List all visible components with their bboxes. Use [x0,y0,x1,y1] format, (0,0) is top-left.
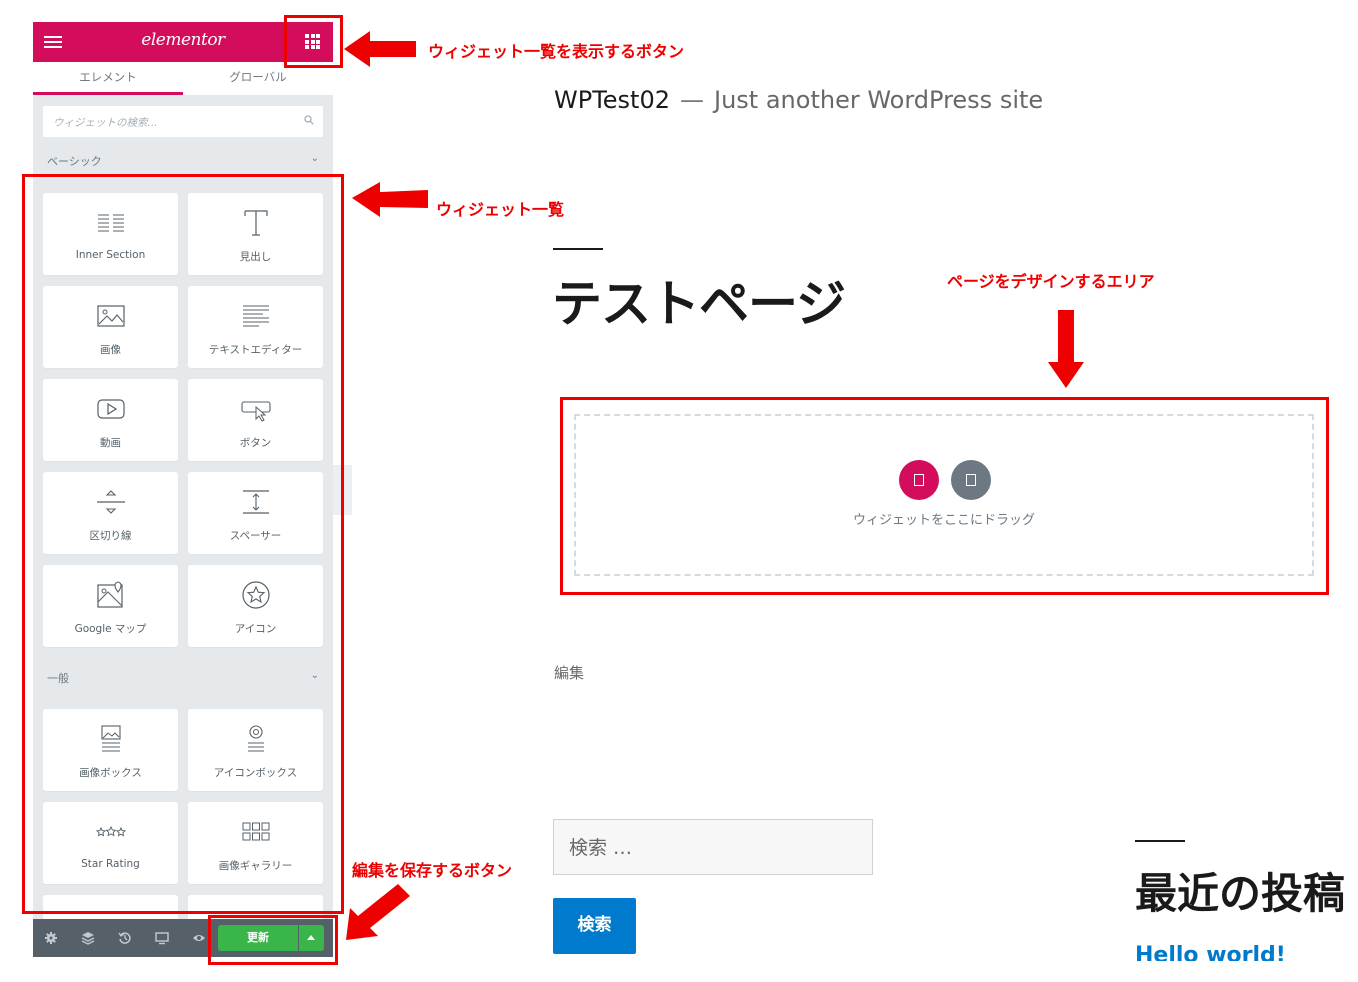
widget-divider[interactable]: 区切り線 [43,472,178,554]
widget-icon[interactable]: アイコン [188,565,323,647]
star-circle-icon [241,581,270,609]
elementor-logo: elementor [141,30,225,50]
image-gallery-icon [242,822,269,841]
title-separator: — [680,86,705,114]
page-title: テストページ [552,275,846,333]
widget-inner-section[interactable]: Inner Section [43,193,178,275]
star-rating-icon [95,825,126,837]
widget-rule [1135,840,1185,842]
site-search-form [553,819,873,876]
widget-label: 画像 [100,344,121,356]
layers-icon[interactable] [81,931,95,945]
inner-section-icon [97,214,124,232]
widget-image-gallery[interactable]: 画像ギャラリー [188,802,323,884]
image-icon [96,305,125,327]
widget-label: Star Rating [81,858,140,870]
site-title[interactable]: WPTest02 [554,86,670,114]
title-rule [553,248,603,250]
annotation-save-button: 編集を保存するボタン [352,861,513,880]
save-options-button[interactable] [299,925,324,951]
settings-gear-icon[interactable] [44,931,58,945]
button-icon [240,401,271,422]
add-section-icon [914,474,924,486]
chevron-down-icon: ⌄ [310,153,319,164]
widget-icon-box[interactable]: アイコンボックス [188,709,323,791]
elementor-panel: elementor エレメント グローバル ベーシック ⌄ Inner Sect… [33,22,333,957]
widget-label: 画像ギャラリー [218,860,293,872]
widget-label: スペーサー [229,530,282,542]
widget-label: 動画 [100,437,121,449]
site-branding: WPTest02 — Just another WordPress site [554,86,1043,114]
widget-label: アイコンボックス [213,767,298,779]
panel-tabs: エレメント グローバル [33,62,333,95]
divider-icon [96,490,125,514]
widget-label: Inner Section [75,249,146,261]
category-general-label: 一般 [47,672,69,685]
google-maps-icon [96,581,123,608]
search-submit-button[interactable]: 検索 [553,898,636,954]
update-button[interactable]: 更新 [218,925,298,951]
icon-box-icon [247,725,264,752]
widget-heading[interactable]: 見出し [188,193,323,275]
recent-posts-title: 最近の投稿 [1135,869,1346,918]
caret-up-icon [307,935,315,940]
annotation-arrow-left-icon [352,182,428,217]
widget-google-maps[interactable]: Google マップ [43,565,178,647]
widget-button[interactable]: ボタン [188,379,323,461]
chevron-down-icon: ⌄ [310,670,319,681]
widgets-grid-icon[interactable] [305,34,320,49]
tab-global[interactable]: グローバル [183,62,333,95]
preview-eye-icon[interactable] [192,931,206,945]
annotation-arrow-left-icon [344,31,416,67]
site-tagline: Just another WordPress site [714,86,1044,114]
edit-link[interactable]: 編集 [554,662,584,683]
widget-label: テキストエディター [208,344,303,356]
heading-icon [243,210,268,236]
widget-label: ボタン [239,437,272,449]
widget-label: 区切り線 [89,530,132,542]
add-template-button[interactable] [951,460,991,500]
widget-label: 見出し [239,251,272,263]
spacer-icon [242,490,269,514]
widget-video[interactable]: 動画 [43,379,178,461]
folder-icon [966,474,976,486]
annotation-widget-list-button: ウィジェット一覧を表示するボタン [428,42,685,61]
panel-footer: 更新 [33,919,333,957]
video-icon [96,399,125,419]
widget-drop-area[interactable]: ウィジェットをここにドラッグ [574,414,1314,576]
widget-label: Google マップ [74,623,147,635]
widget-search-input[interactable] [43,106,295,139]
widget-spacer[interactable]: スペーサー [188,472,323,554]
widget-image-box[interactable]: 画像ボックス [43,709,178,791]
text-editor-icon [242,305,269,327]
widget-image[interactable]: 画像 [43,286,178,368]
recent-post-link[interactable]: Hello world! [1135,943,1286,961]
category-basic-label: ベーシック [47,155,102,168]
widget-search [43,106,323,139]
site-search-input[interactable] [554,820,871,876]
widget-label: 画像ボックス [79,767,142,779]
category-basic[interactable]: ベーシック ⌄ [47,153,319,169]
annotation-widget-list: ウィジェット一覧 [436,200,565,219]
history-icon[interactable] [118,931,132,945]
widget-star-rating[interactable]: Star Rating [43,802,178,884]
annotation-design-area: ページをデザインするエリア [947,272,1155,291]
tab-elements[interactable]: エレメント [33,62,183,95]
panel-collapse-handle[interactable] [333,465,352,515]
dropzone-hint: ウィジェットをここにドラッグ [852,513,1035,528]
add-section-button[interactable] [899,460,939,500]
annotation-arrow-down-left-icon [346,884,410,940]
panel-header: elementor [33,22,333,62]
widget-text-editor[interactable]: テキストエディター [188,286,323,368]
category-general[interactable]: 一般 ⌄ [47,670,319,686]
annotation-arrow-down-icon [1048,310,1084,388]
image-box-icon [100,725,121,752]
search-icon [304,115,314,125]
widget-label: アイコン [234,623,277,635]
responsive-desktop-icon[interactable] [155,931,169,945]
